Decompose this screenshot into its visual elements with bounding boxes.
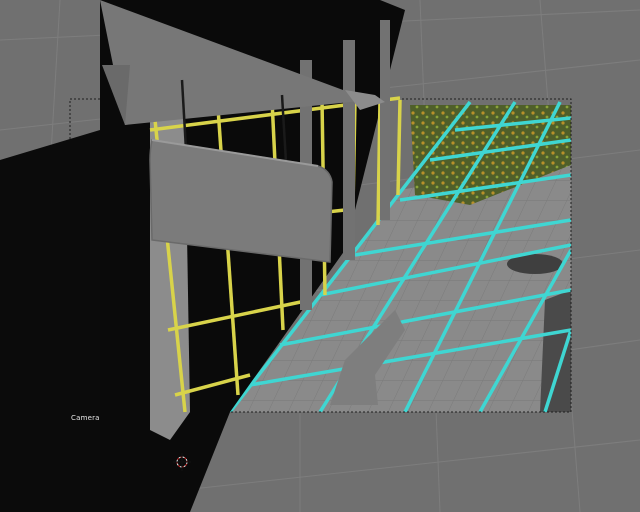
scene-render (0, 0, 640, 512)
3d-viewport[interactable]: Camera (0, 0, 640, 512)
camera-name-label: Camera (71, 414, 100, 422)
